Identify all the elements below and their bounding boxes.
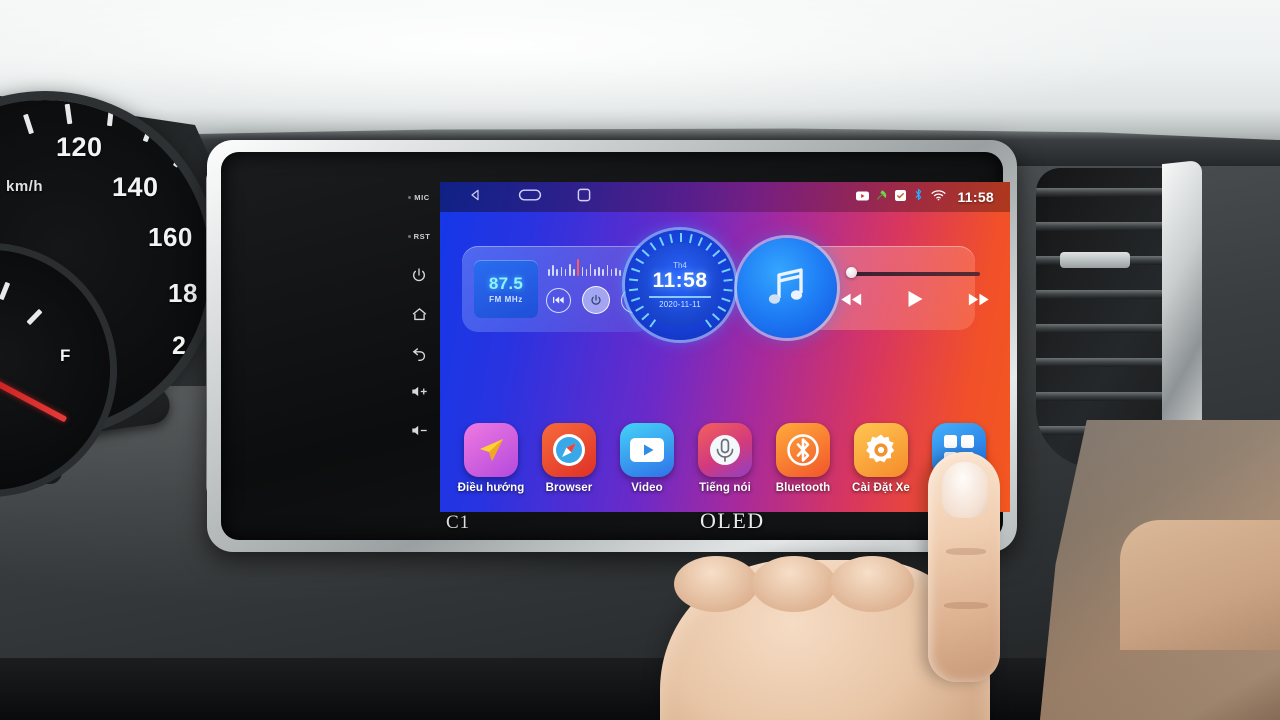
side-key-volume-up[interactable] xyxy=(411,372,428,411)
side-key-volume-down[interactable] xyxy=(411,411,428,450)
status-system-icons: 11:58 xyxy=(856,188,1010,206)
status-bar-clock: 11:58 xyxy=(957,189,994,205)
speed-tick-160: 160 xyxy=(148,222,193,252)
wifi-icon xyxy=(931,188,946,206)
clock-widget[interactable]: Th4 11:58 2020-11-11 xyxy=(625,230,735,340)
back-triangle-icon[interactable] xyxy=(468,187,484,208)
hand-knuckle xyxy=(752,556,836,612)
vent-knob-right[interactable] xyxy=(1060,252,1130,268)
leaf-icon xyxy=(876,188,888,206)
head-unit-model-code: C1 xyxy=(446,512,471,533)
clock-widget-time: 11:58 xyxy=(652,269,708,293)
app-label: Browser xyxy=(545,482,593,494)
radio-frequency: 87.5 xyxy=(488,274,524,293)
reset-label: RST xyxy=(413,231,431,241)
browser-tile[interactable] xyxy=(542,423,596,477)
car-interior-scene: 120 140 160 18 2 22 km/h F ⛽ xyxy=(0,0,1280,720)
android-status-bar: 11:58 xyxy=(440,182,1010,212)
radio-power-button[interactable] xyxy=(582,286,610,314)
bluetooth-icon xyxy=(913,188,924,206)
gauge-tick xyxy=(64,103,73,125)
speed-tick-220: 22 xyxy=(154,384,183,412)
radio-frequency-box: 87.5 FM MHz xyxy=(474,260,538,318)
youtube-icon xyxy=(856,188,870,206)
navigation-tile[interactable] xyxy=(464,423,518,477)
clock-widget-date: 2020-11-11 xyxy=(659,299,701,309)
home-widgets: 87.5 FM MHz Th4 11:58 2020-11-11 xyxy=(440,230,1010,354)
mic-indicator-dot xyxy=(408,195,412,199)
head-unit-side-keys: MIC RST xyxy=(398,178,440,450)
lower-trim-beige xyxy=(1120,520,1280,650)
home-pill-icon[interactable] xyxy=(518,187,542,208)
app-navigation[interactable]: Điều hướng xyxy=(456,423,526,494)
side-key-power[interactable] xyxy=(411,256,427,295)
radio-unit-label: FM MHz xyxy=(489,295,523,304)
app-badge-icon xyxy=(895,188,907,206)
app-browser[interactable]: Browser xyxy=(534,423,604,494)
speed-tick-120: 120 xyxy=(56,132,103,162)
volume-down-icon xyxy=(411,426,427,436)
hand-knuckle xyxy=(830,556,914,612)
gauge-tick xyxy=(106,105,115,127)
side-key-reset[interactable]: RST xyxy=(407,217,431,256)
music-rewind-button[interactable] xyxy=(840,292,862,312)
finger-crease xyxy=(946,548,986,555)
reset-indicator-dot xyxy=(407,234,411,238)
speed-unit-label: km/h xyxy=(6,178,44,195)
home-icon xyxy=(412,307,426,320)
back-arrow-icon xyxy=(412,348,425,362)
speed-tick-140: 140 xyxy=(112,172,159,202)
fingernail xyxy=(942,462,988,518)
side-key-mic[interactable]: MIC xyxy=(408,178,430,217)
music-app-button[interactable] xyxy=(737,238,837,338)
radio-widget[interactable]: 87.5 FM MHz xyxy=(462,246,652,332)
gauge-tick xyxy=(23,113,34,135)
music-play-button[interactable] xyxy=(907,290,924,313)
clock-widget-face: Th4 11:58 2020-11-11 xyxy=(638,243,722,327)
fuel-full-label: F xyxy=(60,346,71,365)
music-controls xyxy=(840,290,990,313)
fuel-tick xyxy=(0,281,11,301)
hand-knuckle xyxy=(674,556,758,612)
music-note-icon xyxy=(768,268,803,304)
finger-crease xyxy=(944,602,988,609)
navigation-arrow-icon xyxy=(480,439,503,461)
speed-tick-180: 18 xyxy=(168,278,198,308)
compass-icon xyxy=(553,434,585,466)
side-key-home[interactable] xyxy=(411,295,428,334)
recents-square-icon[interactable] xyxy=(576,187,592,208)
mic-label: MIC xyxy=(414,192,430,202)
user-hand xyxy=(640,452,1070,720)
music-progress-slider[interactable] xyxy=(850,272,980,276)
clock-widget-divider xyxy=(649,296,711,298)
volume-up-icon xyxy=(411,387,427,397)
music-forward-button[interactable] xyxy=(968,292,990,312)
music-progress-knob[interactable] xyxy=(846,267,857,278)
power-icon xyxy=(413,268,425,282)
android-nav-buttons xyxy=(468,187,592,208)
speed-tick-200: 2 xyxy=(172,332,187,360)
side-key-back[interactable] xyxy=(411,333,428,372)
app-label: Điều hướng xyxy=(457,482,525,494)
fuel-tick xyxy=(26,308,43,326)
radio-previous-button[interactable] xyxy=(546,287,571,313)
fuel-needle xyxy=(0,368,68,423)
